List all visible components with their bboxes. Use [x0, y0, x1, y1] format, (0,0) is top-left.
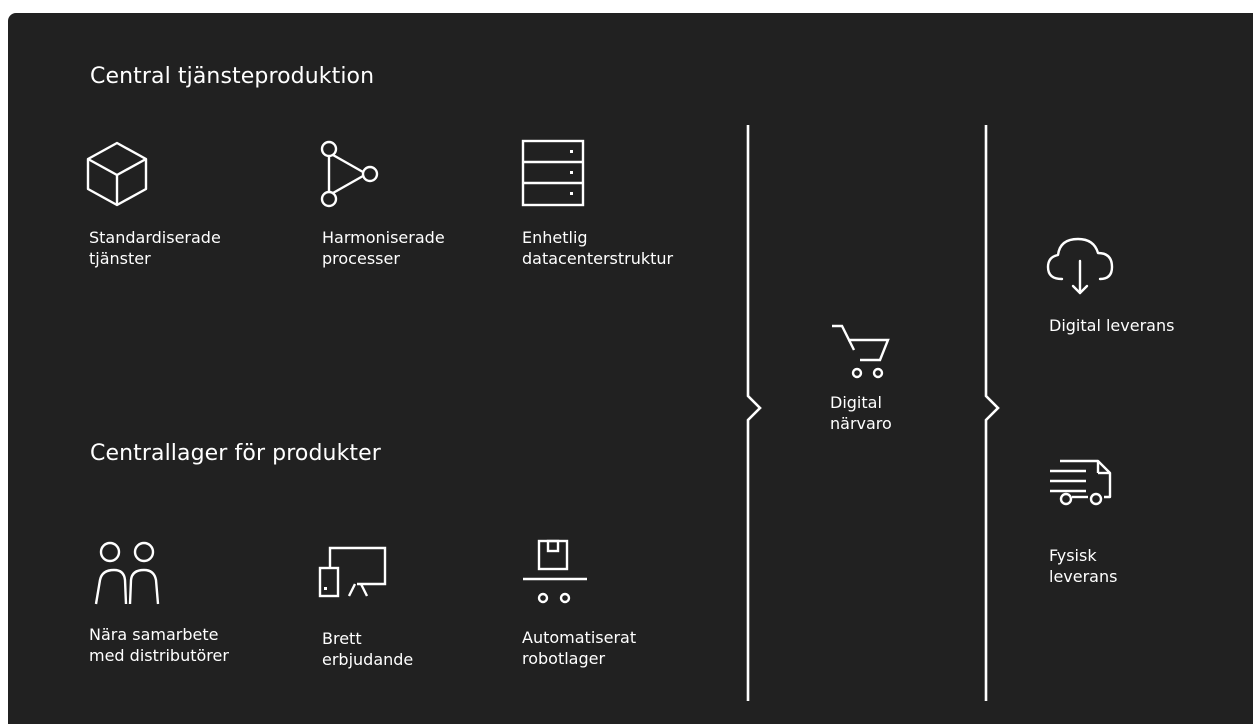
section-title-products: Centrallager för produkter	[90, 441, 381, 466]
service-datacenter: Enhetlig datacenterstruktur	[515, 139, 673, 269]
delivery-digital: Digital leverans	[1040, 231, 1174, 336]
product-label: Automatiserat robotlager	[522, 628, 637, 668]
presentation-board-icon	[318, 546, 387, 598]
product-robot-warehouse: Automatiserat robotlager	[517, 539, 636, 669]
service-standardized: Standardiserade tjänster	[82, 139, 221, 269]
digital-presence-label: Digital närvaro	[830, 393, 892, 433]
process-nodes-icon	[320, 140, 379, 208]
cloud-download-icon	[1046, 237, 1114, 295]
server-rack-icon	[521, 139, 585, 207]
service-label: Harmoniserade processer	[322, 228, 445, 268]
product-partners: Nära samarbete med distributörer	[89, 540, 229, 666]
delivery-label: Digital leverans	[1049, 316, 1175, 335]
delivery-truck-icon	[1050, 459, 1112, 506]
service-label: Enhetlig datacenterstruktur	[522, 228, 674, 268]
cube-icon	[86, 141, 148, 207]
section-title-services: Central tjänsteproduktion	[90, 64, 375, 89]
bracket-divider	[746, 125, 762, 701]
diagram-panel: Central tjänsteproduktion Standardiserad…	[8, 13, 1253, 724]
bracket-divider	[984, 125, 1000, 701]
delivery-physical: Fysisk leverans	[1046, 457, 1120, 587]
product-label: Brett erbjudande	[322, 629, 414, 669]
conveyor-box-icon	[523, 539, 587, 604]
digital-presence: Digital närvaro	[830, 320, 892, 434]
people-icon	[94, 541, 160, 605]
product-offering: Brett erbjudande	[315, 544, 413, 670]
product-label: Nära samarbete med distributörer	[89, 625, 229, 665]
service-harmonized: Harmoniserade processer	[315, 139, 445, 269]
delivery-label: Fysisk leverans	[1049, 546, 1118, 586]
shopping-cart-icon	[832, 324, 890, 379]
service-label: Standardiserade tjänster	[89, 228, 221, 268]
